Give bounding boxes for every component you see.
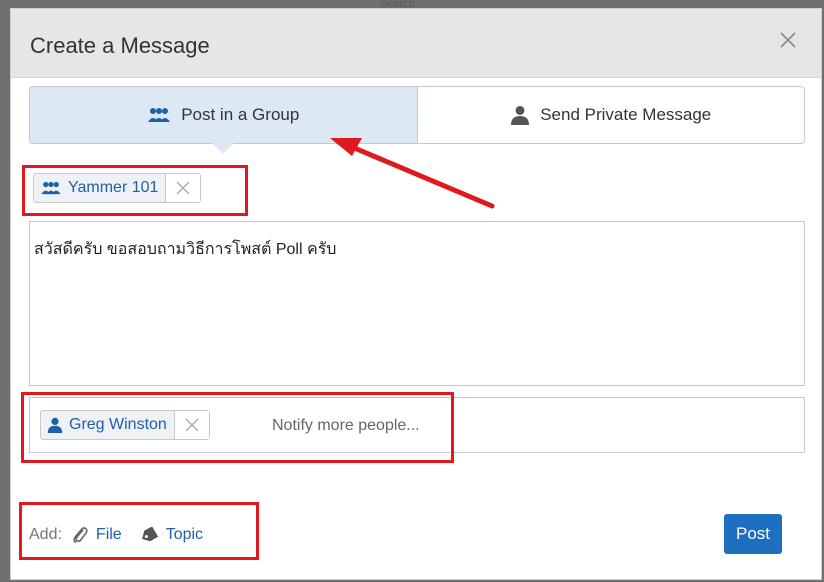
close-icon: [780, 32, 796, 48]
dialog-title: Create a Message: [30, 33, 210, 58]
close-icon: [185, 418, 199, 432]
message-textarea[interactable]: สวัสดีครับ ขอสอบถามวิธีการโพสต์ Poll ครั…: [29, 221, 805, 386]
group-recipient-tag: Yammer 101: [33, 173, 202, 203]
person-icon: [47, 417, 63, 433]
add-file-text: File: [95, 526, 122, 543]
create-message-dialog: Create a Message Post in a Group Send Pr…: [10, 8, 822, 580]
dialog-header: Create a Message: [11, 9, 821, 78]
person-tag-text: Greg Winston: [69, 416, 167, 433]
add-topic-link[interactable]: Topic: [140, 526, 203, 544]
person-tag-label[interactable]: Greg Winston: [41, 411, 174, 439]
tab-post-in-group[interactable]: Post in a Group: [30, 87, 418, 154]
active-tab-pointer: [212, 143, 235, 154]
tab-send-private-message-label: Send Private Message: [540, 105, 712, 124]
add-file-link[interactable]: File: [72, 526, 122, 544]
group-tag-text: Yammer 101: [68, 179, 159, 196]
tab-post-in-group-label: Post in a Group: [181, 105, 300, 124]
add-label: Add:: [29, 526, 62, 543]
tag-icon: [140, 527, 158, 543]
person-icon: [510, 105, 530, 125]
add-topic-text: Topic: [165, 526, 204, 543]
notify-people-field: Greg Winston: [29, 397, 805, 453]
post-button[interactable]: Post: [724, 514, 782, 554]
paperclip-icon: [72, 526, 88, 544]
remove-person-button[interactable]: [173, 411, 209, 439]
group-icon: [147, 107, 171, 123]
notify-more-people-input[interactable]: [270, 412, 574, 440]
group-tag-label[interactable]: Yammer 101: [34, 174, 165, 202]
group-icon: [40, 181, 62, 195]
close-icon: [176, 181, 190, 195]
close-button[interactable]: [775, 27, 801, 53]
attachment-row: Add: File Topic: [29, 523, 221, 547]
tab-send-private-message[interactable]: Send Private Message: [418, 87, 805, 143]
remove-group-button[interactable]: [165, 174, 201, 202]
notify-person-tag: Greg Winston: [40, 410, 210, 440]
backdrop-search-text: Search: [380, 0, 415, 8]
message-type-tabs: Post in a Group Send Private Message: [29, 86, 805, 154]
